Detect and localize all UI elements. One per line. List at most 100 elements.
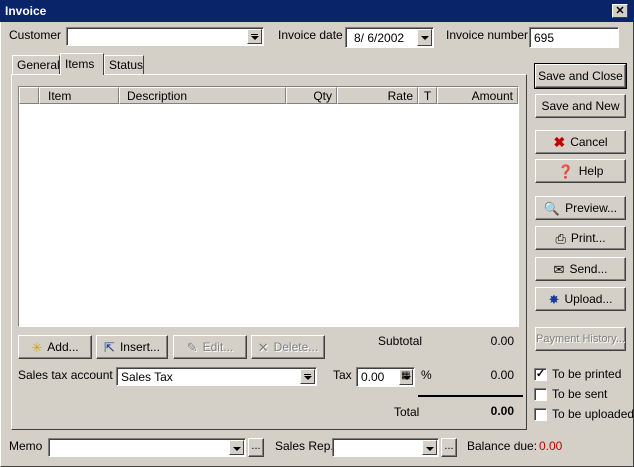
tab-general[interactable]: General [12,55,60,74]
customer-dropdown-button[interactable] [247,29,262,44]
print-label: Print... [570,231,606,245]
to-be-printed-checkbox[interactable]: ✓ [534,367,547,381]
upload-icon: ✸ [548,291,560,307]
tab-status[interactable]: Status [104,55,144,74]
customer-label: Customer [9,28,62,42]
sales-tax-account-label: Sales tax account [18,368,113,382]
help-button[interactable]: ❓ Help [535,159,626,183]
column-header-qty[interactable]: Qty [286,87,337,104]
cancel-label: Cancel [570,135,608,149]
to-be-sent-checkbox[interactable] [534,387,547,401]
insert-item-label: Insert... [119,340,160,354]
column-header-rate[interactable]: Rate [337,87,418,104]
memo-label: Memo [9,439,43,453]
invoice-date-label: Invoice date [278,28,343,42]
payment-history-label: Payment History... [535,333,626,345]
calculator-icon: ▦ [401,370,411,381]
subtotal-value: 0.00 [490,334,514,348]
tab-general-label: General [17,58,60,72]
close-icon: ✕ [615,5,625,17]
edit-item-label: Edit... [202,340,234,354]
tax-percent-sign: % [421,368,432,382]
to-be-printed-label: To be printed [552,367,622,381]
invoice-date-field[interactable]: 8/ 6/2002 [345,27,434,48]
x-icon: ✕ [257,339,269,355]
tax-rate-value: 0.00 [361,370,385,384]
check-icon: ✓ [535,367,546,380]
sales-rep-dropdown-button[interactable] [422,440,437,455]
to-be-sent-label: To be sent [552,387,608,401]
tab-items-label: Items [65,57,95,71]
sales-tax-dropdown-button[interactable] [300,369,315,384]
calculator-button[interactable]: ▦ [399,369,413,385]
total-separator-line [418,395,523,397]
to-be-uploaded-label: To be uploaded [552,407,634,421]
upload-button[interactable]: ✸ Upload... [535,287,626,311]
sales-rep-combo[interactable] [332,438,439,457]
column-header-description[interactable]: Description [119,87,286,104]
to-be-printed-option[interactable]: ✓ To be printed [534,367,621,381]
close-button[interactable]: ✕ [612,4,628,18]
help-icon: ❓ [557,163,574,179]
cancel-button[interactable]: ✖ Cancel [535,130,626,154]
sparkle-icon: ✳ [31,339,43,355]
invoice-number-value: 695 [534,31,555,45]
preview-label: Preview... [565,201,618,215]
column-header-item[interactable]: Item [39,87,119,104]
edit-item-button[interactable]: ✎ Edit... [173,335,247,359]
pencil-icon: ✎ [186,339,198,355]
save-and-new-label: Save and New [541,99,620,113]
tab-items[interactable]: Items [60,53,104,75]
tax-value: 0.00 [490,368,514,382]
sales-rep-label: Sales Rep. [275,439,334,453]
invoice-number-label: Invoice number [446,28,529,42]
column-header-amount[interactable]: Amount [437,87,518,104]
send-button[interactable]: ✉ Send... [535,257,626,281]
column-header-selector[interactable] [19,87,39,104]
save-and-new-button[interactable]: Save and New [535,94,626,118]
save-and-close-button[interactable]: Save and Close [534,63,627,89]
memo-combo[interactable] [48,438,246,457]
invoice-date-dropdown-button[interactable] [417,29,432,46]
tax-rate-field[interactable]: 0.00 ▦ [356,367,415,387]
sales-rep-ellipsis-button[interactable]: ... [441,438,457,457]
help-label: Help [578,164,604,178]
red-x-icon: ✖ [553,133,566,150]
memo-dropdown-button[interactable] [229,440,244,455]
print-button[interactable]: ⎙ Print... [535,226,626,250]
items-table[interactable]: Item Description Qty Rate T Amount [18,86,519,327]
envelope-icon: ✉ [553,261,565,277]
insert-icon: ⇱ [104,339,115,355]
to-be-uploaded-checkbox[interactable] [534,407,547,421]
printer-icon: ⎙ [555,230,566,246]
tab-status-label: Status [109,58,144,72]
balance-due-value: 0.00 [539,439,563,453]
subtotal-label: Subtotal [378,334,423,348]
magnifier-icon: 🔍 [543,200,561,216]
customer-combo[interactable] [66,27,264,46]
balance-due-label: Balance due: [467,439,538,453]
delete-item-button[interactable]: ✕ Delete... [251,335,325,359]
memo-ellipsis-button[interactable]: ... [248,438,264,457]
payment-history-button[interactable]: Payment History... [535,327,626,351]
sales-tax-account-value: Sales Tax [121,370,173,384]
total-value: 0.00 [490,404,514,418]
delete-item-label: Delete... [273,340,319,354]
to-be-uploaded-option[interactable]: To be uploaded [534,407,634,421]
memo-ellipsis-label: ... [251,439,261,452]
column-header-taxable[interactable]: T [418,87,437,104]
to-be-sent-option[interactable]: To be sent [534,387,607,401]
save-and-close-label: Save and Close [538,69,623,83]
invoice-number-field[interactable]: 695 [529,27,619,48]
sales-tax-account-combo[interactable]: Sales Tax [116,367,317,386]
window-title: Invoice [5,4,47,18]
insert-item-button[interactable]: ⇱ Insert... [96,335,168,359]
preview-button[interactable]: 🔍 Preview... [535,196,626,220]
add-item-button[interactable]: ✳ Add... [18,335,92,359]
add-item-label: Add... [47,340,79,354]
tax-label: Tax [333,368,352,382]
invoice-date-value: 8/ 6/2002 [354,31,405,45]
title-bar[interactable]: Invoice [0,0,634,22]
sales-rep-ellipsis-label: ... [444,439,454,452]
items-table-header: Item Description Qty Rate T Amount [19,87,518,104]
